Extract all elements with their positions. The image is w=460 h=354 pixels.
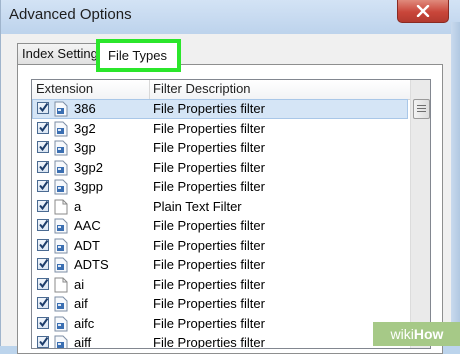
tab-label: File Types xyxy=(108,48,168,63)
description-cell: File Properties filter xyxy=(153,315,265,331)
description-cell: Plain Text Filter xyxy=(153,198,242,214)
filter-file-icon xyxy=(54,316,68,332)
extension-cell: 3g2 xyxy=(74,120,96,136)
extension-cell: 386 xyxy=(74,101,96,116)
filter-file-icon xyxy=(54,160,68,176)
include-checkbox[interactable] xyxy=(37,258,49,270)
watermark-prefix: wiki xyxy=(390,326,414,342)
list-item[interactable]: 3g2 File Properties filter xyxy=(32,119,408,139)
list-item[interactable]: 3gp2 File Properties filter xyxy=(32,158,408,178)
include-checkbox[interactable] xyxy=(37,336,49,348)
include-checkbox[interactable] xyxy=(37,102,49,114)
description-cell: File Properties filter xyxy=(153,120,265,136)
include-checkbox[interactable] xyxy=(37,121,49,134)
grip-line xyxy=(417,108,426,109)
include-checkbox[interactable] xyxy=(37,199,49,212)
include-checkbox[interactable] xyxy=(37,277,49,290)
filter-file-icon xyxy=(54,335,68,348)
description-cell: File Properties filter xyxy=(153,296,265,311)
extension-cell: aif xyxy=(74,296,88,311)
description-cell: File Properties filter xyxy=(153,237,265,253)
filter-file-icon xyxy=(54,238,68,254)
list-item[interactable]: ai File Properties filter xyxy=(32,275,408,295)
filter-file-icon xyxy=(54,296,68,312)
close-icon xyxy=(416,5,430,17)
blank-file-icon xyxy=(54,199,68,215)
include-checkbox[interactable] xyxy=(37,219,49,231)
extension-cell: ADT xyxy=(74,237,100,253)
title-bar[interactable]: Advanced Options xyxy=(1,0,460,34)
description-cell: File Properties filter xyxy=(153,335,265,349)
extension-cell: ADTS xyxy=(74,257,109,272)
extension-cell: 3gp2 xyxy=(74,159,103,175)
column-header-filter-description[interactable]: Filter Description xyxy=(153,81,251,98)
list-header: Extension Filter Description xyxy=(32,80,412,100)
list-item[interactable]: 386 File Properties filter xyxy=(32,99,408,119)
extension-cell: aifc xyxy=(74,315,95,331)
list-item[interactable]: aif File Properties filter xyxy=(32,294,408,314)
extension-cell: AAC xyxy=(74,218,101,233)
list-item[interactable]: 3gp File Properties filter xyxy=(32,138,408,158)
include-checkbox[interactable] xyxy=(37,160,49,173)
extension-cell: 3gp xyxy=(74,140,96,155)
window-frame-edge xyxy=(451,22,460,346)
extension-cell: ai xyxy=(74,276,85,292)
tab-label: Index Settings xyxy=(22,46,103,61)
grip-line xyxy=(417,105,426,106)
list-item[interactable]: a Plain Text Filter xyxy=(32,197,408,217)
close-button[interactable] xyxy=(397,0,449,23)
column-header-extension[interactable]: Extension xyxy=(36,81,93,98)
include-checkbox[interactable] xyxy=(37,316,49,329)
tab-index-settings[interactable]: Index Settings xyxy=(17,43,103,64)
vertical-scrollbar[interactable] xyxy=(410,80,430,348)
list-rows: 386 File Properties filter 3g2 File Propert… xyxy=(32,99,408,349)
include-checkbox[interactable] xyxy=(37,297,49,309)
description-cell: File Properties filter xyxy=(153,257,265,272)
filter-file-icon xyxy=(54,121,68,137)
description-cell: File Properties filter xyxy=(153,101,265,116)
filter-file-icon xyxy=(54,101,68,117)
extension-cell: 3gpp xyxy=(74,179,103,194)
extension-cell: a xyxy=(74,198,82,214)
file-types-list: Extension Filter Description 386 File Pro… xyxy=(31,79,431,349)
filter-file-icon xyxy=(54,179,68,195)
extension-cell: aiff xyxy=(74,335,92,349)
advanced-options-window: Advanced Options Index Settings File Typ… xyxy=(0,0,460,354)
grip-line xyxy=(417,111,426,112)
list-item[interactable]: aifc File Properties filter xyxy=(32,314,408,334)
filter-file-icon xyxy=(54,257,68,273)
list-item[interactable]: AAC File Properties filter xyxy=(32,216,408,236)
window-title: Advanced Options xyxy=(9,6,132,23)
filter-file-icon xyxy=(54,218,68,234)
column-divider[interactable] xyxy=(149,80,150,99)
description-cell: File Properties filter xyxy=(153,218,265,233)
filter-file-icon xyxy=(54,140,68,156)
list-item[interactable]: aiff File Properties filter xyxy=(32,333,408,349)
include-checkbox[interactable] xyxy=(37,238,49,251)
wikihow-watermark: wiki How xyxy=(373,322,460,346)
include-checkbox[interactable] xyxy=(37,180,49,192)
description-cell: File Properties filter xyxy=(153,276,265,292)
description-cell: File Properties filter xyxy=(153,159,265,175)
list-item[interactable]: ADT File Properties filter xyxy=(32,236,408,256)
blank-file-icon xyxy=(54,277,68,293)
list-item[interactable]: 3gpp File Properties filter xyxy=(32,177,408,197)
list-item[interactable]: ADTS File Properties filter xyxy=(32,255,408,275)
description-cell: File Properties filter xyxy=(153,140,265,155)
include-checkbox[interactable] xyxy=(37,141,49,153)
description-cell: File Properties filter xyxy=(153,179,265,194)
scrollbar-thumb[interactable] xyxy=(413,99,430,119)
watermark-suffix: How xyxy=(413,326,444,342)
tab-file-types[interactable]: File Types xyxy=(96,39,181,72)
